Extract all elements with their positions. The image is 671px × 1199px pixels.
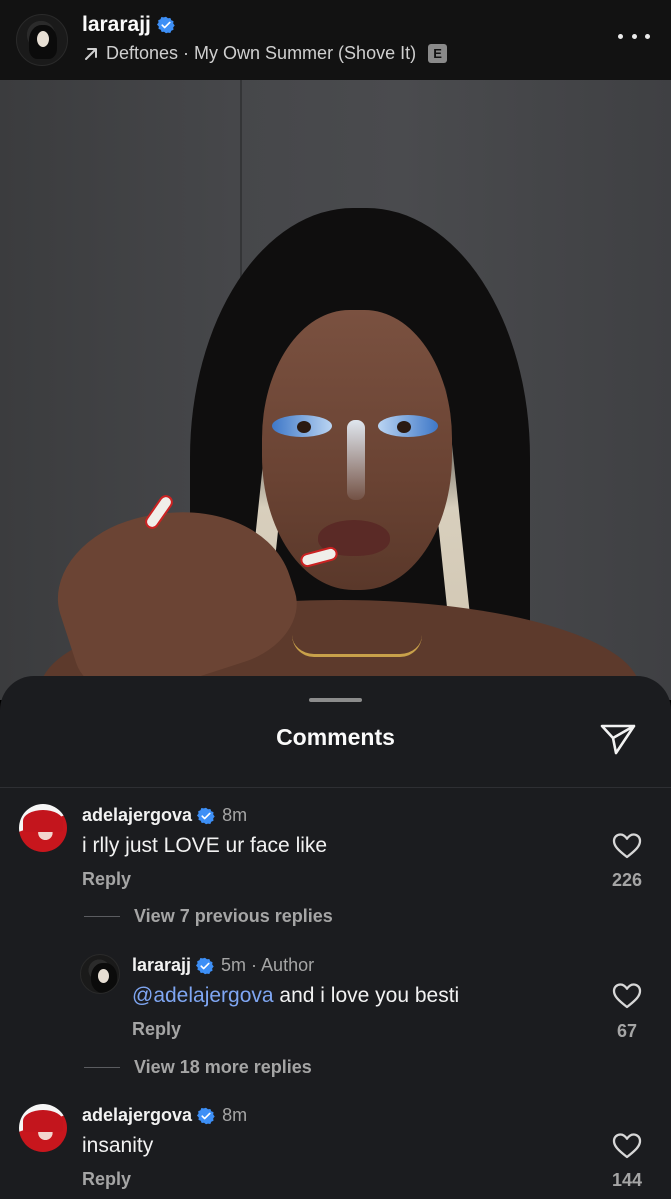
heart-icon[interactable]	[612, 832, 642, 860]
comment-username-text[interactable]: adelajergova	[82, 1105, 192, 1126]
like-count: 144	[611, 1170, 643, 1190]
verified-badge-icon	[156, 16, 175, 34]
sheet-grabber[interactable]	[309, 698, 362, 702]
reply-body: and i love you besti	[273, 984, 460, 1007]
reply-button[interactable]: Reply	[82, 1169, 131, 1190]
post-header: lararajj Deftones · My Own Summer (Shove…	[0, 0, 671, 80]
comment-username[interactable]: adelajergova 8m	[82, 1105, 247, 1126]
comment-time: 8m	[222, 1105, 248, 1125]
commenter-avatar[interactable]	[19, 804, 67, 852]
author-reply-avatar[interactable]	[80, 954, 120, 994]
arrow-up-right-icon	[85, 47, 97, 60]
thread-line	[84, 1067, 120, 1068]
view-previous-replies[interactable]: View 7 previous replies	[84, 906, 333, 927]
view-more-replies[interactable]: View 18 more replies	[84, 1057, 312, 1078]
view-more-label[interactable]: View 18 more replies	[134, 1057, 312, 1078]
comments-sheet: Comments adelajergova 8m i rlly just LOV…	[0, 676, 671, 1199]
reply-text: @adelajergova and i love you besti	[132, 984, 459, 1008]
author-avatar[interactable]	[16, 14, 68, 66]
author-username[interactable]: lararajj	[82, 13, 175, 37]
comment-text: i rlly just LOVE ur face like	[82, 834, 328, 857]
more-options-icon[interactable]	[618, 26, 650, 46]
comment-username-text[interactable]: adelajergova	[82, 805, 192, 826]
reply-username-text[interactable]: lararajj	[132, 955, 191, 976]
verified-badge-icon	[196, 957, 214, 974]
view-previous-label[interactable]: View 7 previous replies	[134, 906, 333, 927]
reply-button[interactable]: Reply	[132, 1019, 181, 1040]
post-photo[interactable]	[0, 80, 671, 700]
reply-mention[interactable]: @adelajergova	[132, 984, 274, 1007]
comment-time: 8m	[222, 805, 248, 825]
heart-icon[interactable]	[612, 1132, 642, 1160]
reply-button[interactable]: Reply	[82, 869, 131, 890]
explicit-badge: E	[428, 44, 448, 63]
reply-username[interactable]: lararajj 5m · Author	[132, 955, 314, 976]
music-attribution[interactable]: Deftones · My Own Summer (Shove It) E	[82, 43, 448, 64]
heart-icon[interactable]	[612, 982, 642, 1010]
comment-username[interactable]: adelajergova 8m	[82, 805, 247, 826]
send-icon[interactable]	[598, 720, 638, 756]
verified-badge-icon	[197, 1107, 215, 1124]
author-username-text[interactable]: lararajj	[82, 13, 151, 37]
commenter-avatar[interactable]	[19, 1104, 67, 1152]
verified-badge-icon	[197, 807, 215, 824]
sheet-divider	[0, 787, 671, 788]
comment-text: insanity	[82, 1134, 154, 1157]
reply-meta: 5m · Author	[221, 955, 315, 975]
music-track[interactable]: Deftones · My Own Summer (Shove It)	[106, 43, 416, 64]
like-count: 226	[611, 870, 643, 890]
thread-line	[84, 916, 120, 917]
comments-title: Comments	[276, 724, 395, 750]
like-count: 67	[616, 1021, 638, 1041]
